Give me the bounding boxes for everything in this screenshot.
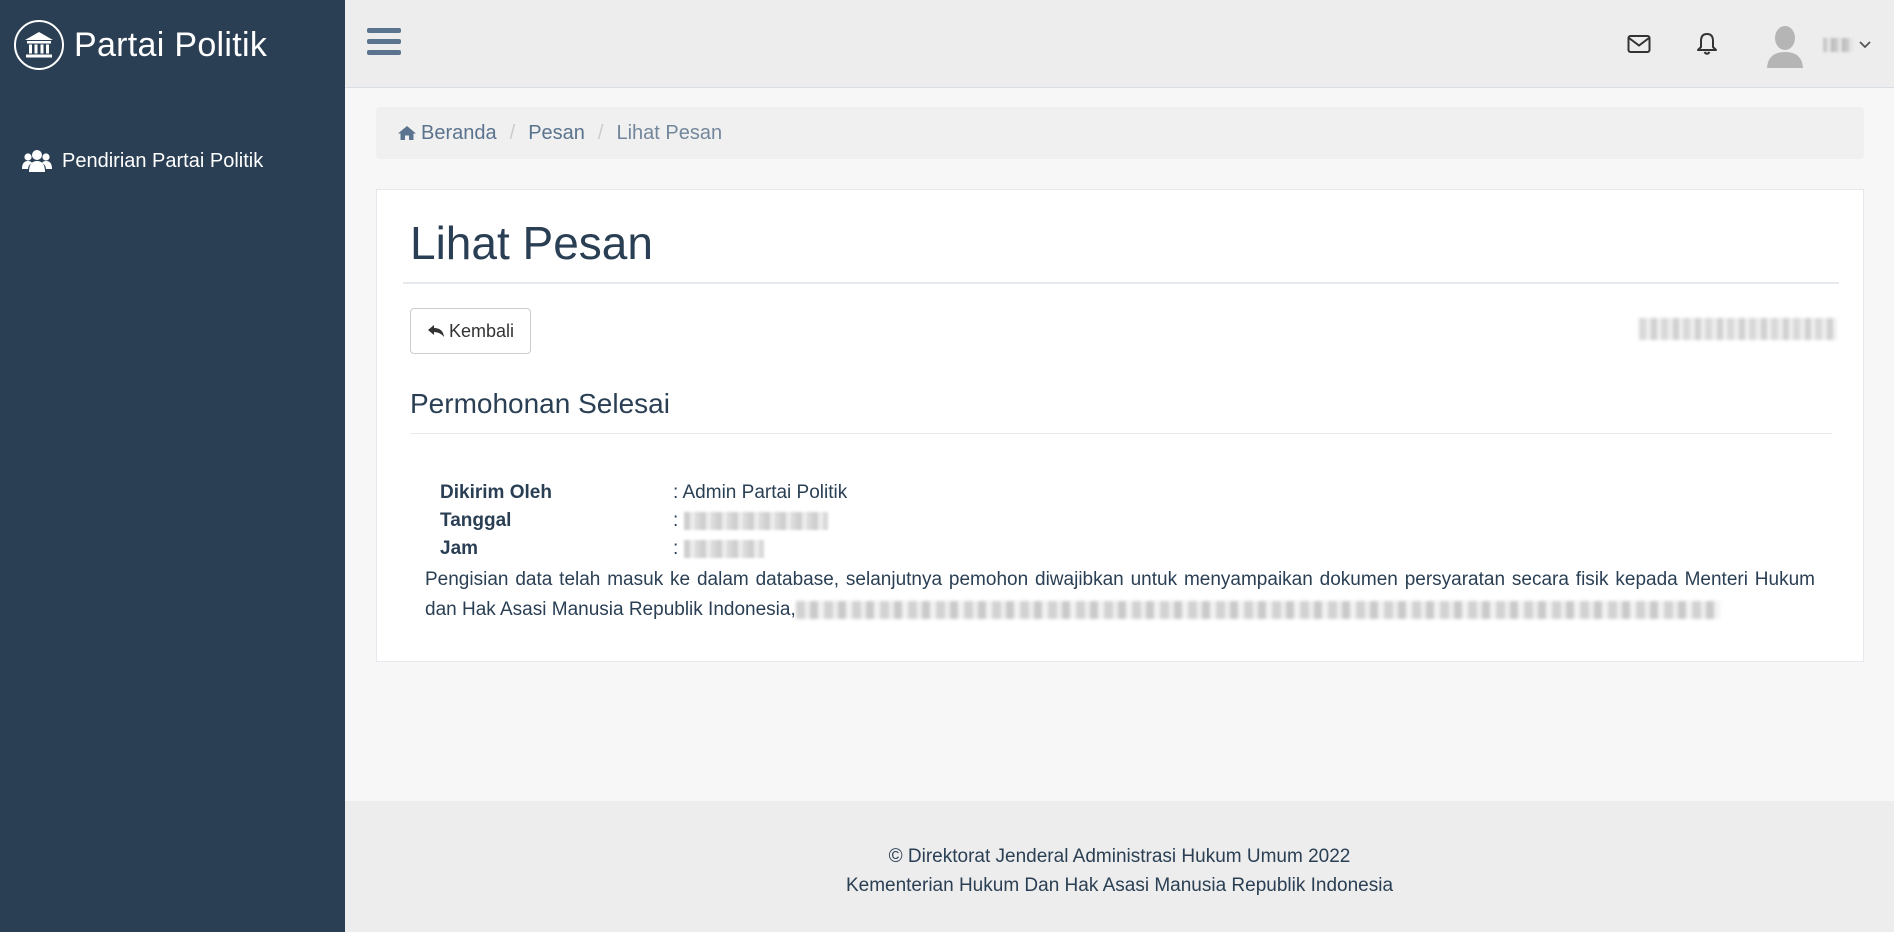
message-body: Pengisian data telah masuk ke dalam data… [425, 565, 1815, 625]
bank-icon [14, 20, 64, 70]
breadcrumb-pesan[interactable]: Pesan [528, 122, 585, 145]
bell-icon[interactable] [1693, 30, 1721, 58]
user-avatar-icon[interactable] [1765, 24, 1805, 68]
back-button-label: Kembali [448, 320, 515, 341]
sidebar-item-label: Pendirian Partai Politik [62, 149, 264, 172]
reply-icon [427, 324, 445, 338]
sidebar: Partai Politik Pendirian Partai Politik [0, 0, 345, 932]
sender-label: Dikirim Oleh [440, 482, 552, 503]
breadcrumb-current: Lihat Pesan [616, 121, 723, 144]
envelope-icon[interactable] [1625, 30, 1653, 58]
breadcrumb-separator: / [509, 121, 516, 144]
message-panel: Lihat Pesan Kembali Permohonan Selesai D… [376, 189, 1864, 662]
breadcrumb-home[interactable]: Beranda [398, 122, 497, 145]
home-icon [398, 125, 416, 141]
back-button[interactable]: Kembali [410, 308, 531, 354]
breadcrumb: Beranda / Pesan / Lihat Pesan [376, 107, 1864, 159]
footer: © Direktorat Jenderal Administrasi Hukum… [345, 801, 1894, 932]
breadcrumb-home-label: Beranda [421, 121, 497, 144]
chevron-down-icon [1859, 36, 1871, 54]
footer-copyright: © Direktorat Jenderal Administrasi Hukum… [888, 846, 1351, 867]
date-label: Tanggal [440, 510, 512, 531]
subject-divider [410, 433, 1832, 434]
message-subject: Permohonan Selesai [410, 388, 670, 419]
brand-title: Partai Politik [74, 25, 268, 64]
message-datetime [1639, 318, 1837, 340]
date-value: : [673, 510, 828, 532]
page-title: Lihat Pesan [410, 217, 653, 269]
user-menu[interactable] [1823, 36, 1871, 54]
breadcrumb-separator: / [597, 121, 604, 144]
brand[interactable]: Partai Politik [14, 20, 267, 70]
redacted-address [795, 600, 1720, 619]
footer-ministry: Kementerian Hukum Dan Hak Asasi Manusia … [845, 875, 1394, 896]
users-icon [22, 148, 53, 174]
title-divider [403, 282, 1839, 284]
user-name [1823, 38, 1853, 52]
sender-value: : Admin Partai Politik [673, 482, 848, 503]
time-label: Jam [440, 538, 479, 559]
top-navbar [345, 0, 1894, 88]
hamburger-icon[interactable] [367, 28, 401, 58]
sidebar-item-pendirian-partai-politik[interactable]: Pendirian Partai Politik [22, 148, 263, 174]
time-value: : [673, 538, 764, 560]
